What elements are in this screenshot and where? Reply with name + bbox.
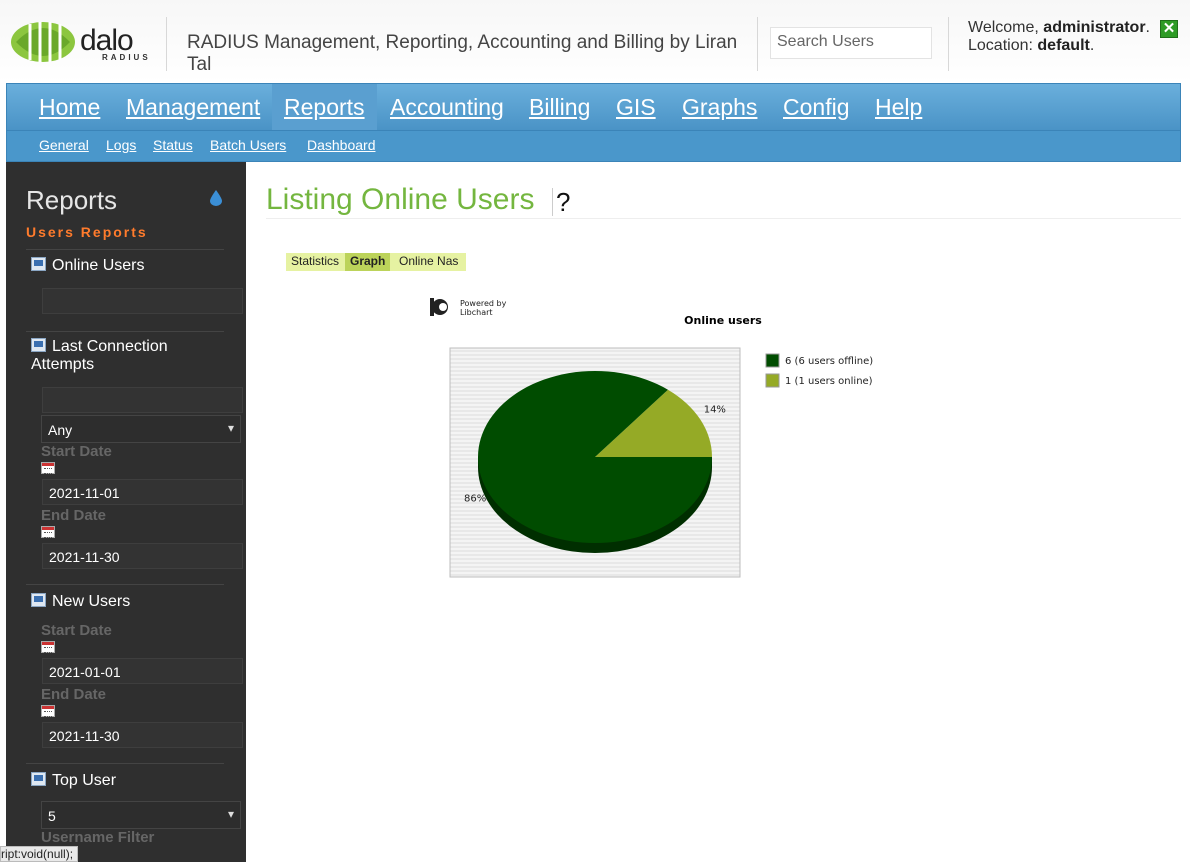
subnav-dashboard[interactable]: Dashboard — [307, 137, 376, 153]
last-connection-start-date-input[interactable]: 2021-11-01 — [42, 479, 243, 505]
logo-subtext: RADIUS — [102, 53, 151, 62]
nav-reports[interactable]: Reports — [272, 84, 377, 130]
main-navigation: Home Management Reports Accounting Billi… — [6, 83, 1181, 131]
connection-icon — [31, 338, 46, 352]
chevron-down-icon: ▾ — [227, 421, 234, 435]
sub-navigation: General Logs Status Batch Users Dashboar… — [6, 131, 1181, 162]
last-connection-label: Last Connection Attempts — [31, 338, 168, 373]
last-connection-link[interactable]: Last Connection Attempts — [31, 338, 221, 374]
calendar-icon[interactable] — [41, 526, 55, 538]
libchart-logo-icon — [430, 298, 448, 316]
welcome-username: administrator — [1043, 19, 1146, 36]
nav-home[interactable]: Home — [27, 84, 112, 130]
top-user-icon — [31, 772, 46, 786]
logout-close-icon[interactable]: ✕ — [1160, 20, 1178, 38]
legend-swatch — [765, 373, 780, 388]
last-connection-end-date-input[interactable]: 2021-11-30 — [42, 543, 243, 569]
sidebar-subtitle: Users Reports — [26, 224, 148, 240]
calendar-icon[interactable] — [41, 705, 55, 717]
top-user-link[interactable]: Top User — [31, 772, 116, 790]
sidebar-divider — [26, 584, 224, 585]
logo-globe-icon — [11, 22, 75, 62]
new-users-start-date-input[interactable]: 2021-01-01 — [42, 658, 243, 684]
chart-title: Online users — [684, 314, 762, 327]
subnav-status[interactable]: Status — [153, 137, 193, 153]
pie-percent-label: 14% — [704, 405, 726, 416]
nav-graphs[interactable]: Graphs — [670, 84, 769, 130]
end-date-label: End Date — [41, 507, 107, 524]
chevron-down-icon: ▾ — [227, 807, 234, 821]
nav-management[interactable]: Management — [114, 84, 272, 130]
calendar-icon[interactable] — [41, 462, 55, 474]
daloradius-logo[interactable]: dalo RADIUS — [10, 20, 150, 66]
online-users-chart: Powered by Libchart Online users 14% 86% … — [420, 290, 900, 590]
new-users-end-date-input[interactable]: 2021-11-30 — [42, 722, 243, 748]
page-title: Listing Online Users — [266, 183, 535, 216]
legend-label: 6 (6 users offline) — [785, 356, 873, 367]
powered-by-text: Powered by — [460, 299, 507, 308]
nav-gis[interactable]: GIS — [604, 84, 668, 130]
username-filter-label: Username Filter — [41, 829, 155, 846]
powered-by-name: Libchart — [460, 308, 493, 317]
welcome-block: Welcome, administrator. Location: defaul… — [968, 19, 1150, 54]
start-date-label: Start Date — [41, 443, 112, 460]
tab-graph[interactable]: Graph — [345, 253, 391, 271]
online-users-link[interactable]: Online Users — [31, 257, 144, 275]
subnav-batch-users[interactable]: Batch Users — [210, 137, 286, 153]
monitor-icon — [31, 257, 46, 271]
new-users-icon — [31, 593, 46, 607]
header: dalo RADIUS RADIUS Management, Reporting… — [0, 0, 1190, 83]
app-title: RADIUS Management, Reporting, Accounting… — [187, 32, 738, 75]
header-divider — [757, 17, 758, 71]
top-user-count-select[interactable]: 5 ▾ — [41, 801, 241, 829]
last-connection-status-value: Any — [48, 422, 73, 438]
tab-online-nas[interactable]: Online Nas — [394, 253, 463, 271]
subnav-logs[interactable]: Logs — [106, 137, 136, 153]
view-tabs: Statistics Graph Online Nas — [286, 253, 466, 271]
sidebar-divider — [26, 249, 224, 250]
online-users-label: Online Users — [52, 257, 145, 274]
header-divider — [166, 17, 167, 71]
pie-chart-svg: Powered by Libchart Online users 14%86% … — [430, 298, 873, 578]
top-user-count-value: 5 — [48, 808, 56, 824]
nav-help[interactable]: Help — [863, 84, 934, 130]
tab-statistics[interactable]: Statistics — [286, 253, 344, 271]
top-user-label: Top User — [52, 772, 117, 789]
chart-legend: 6 (6 users offline) 1 (1 users online) — [765, 353, 873, 388]
start-date-label: Start Date — [41, 622, 112, 639]
new-users-label: New Users — [52, 593, 131, 610]
browser-status-bar: ript:void(null); — [0, 846, 79, 862]
help-ear-icon[interactable]: ? — [552, 188, 574, 216]
sidebar-divider — [26, 763, 224, 764]
new-users-link[interactable]: New Users — [31, 593, 130, 611]
last-connection-username-input[interactable] — [42, 387, 243, 413]
location-label: Location: — [968, 37, 1033, 54]
sidebar-divider — [26, 331, 224, 332]
nav-config[interactable]: Config — [771, 84, 861, 130]
welcome-label: Welcome, — [968, 19, 1039, 36]
header-divider — [948, 17, 949, 71]
end-date-label: End Date — [41, 686, 107, 703]
location-value: default — [1037, 37, 1090, 54]
nav-accounting[interactable]: Accounting — [378, 84, 516, 130]
pie-percent-label: 86% — [464, 493, 486, 504]
calendar-icon[interactable] — [41, 641, 55, 653]
water-drop-icon — [210, 190, 222, 206]
subnav-general[interactable]: General — [39, 137, 89, 153]
title-divider — [266, 218, 1181, 219]
legend-swatch — [765, 353, 780, 368]
legend-label: 1 (1 users online) — [785, 376, 873, 387]
online-users-filter-input[interactable] — [42, 288, 243, 314]
sidebar: Reports Users Reports Online Users Last … — [6, 162, 246, 862]
sidebar-title: Reports — [26, 185, 118, 215]
nav-billing[interactable]: Billing — [517, 84, 602, 130]
search-users-input[interactable]: Search Users — [770, 27, 932, 59]
last-connection-status-select[interactable]: Any ▾ — [41, 415, 241, 443]
